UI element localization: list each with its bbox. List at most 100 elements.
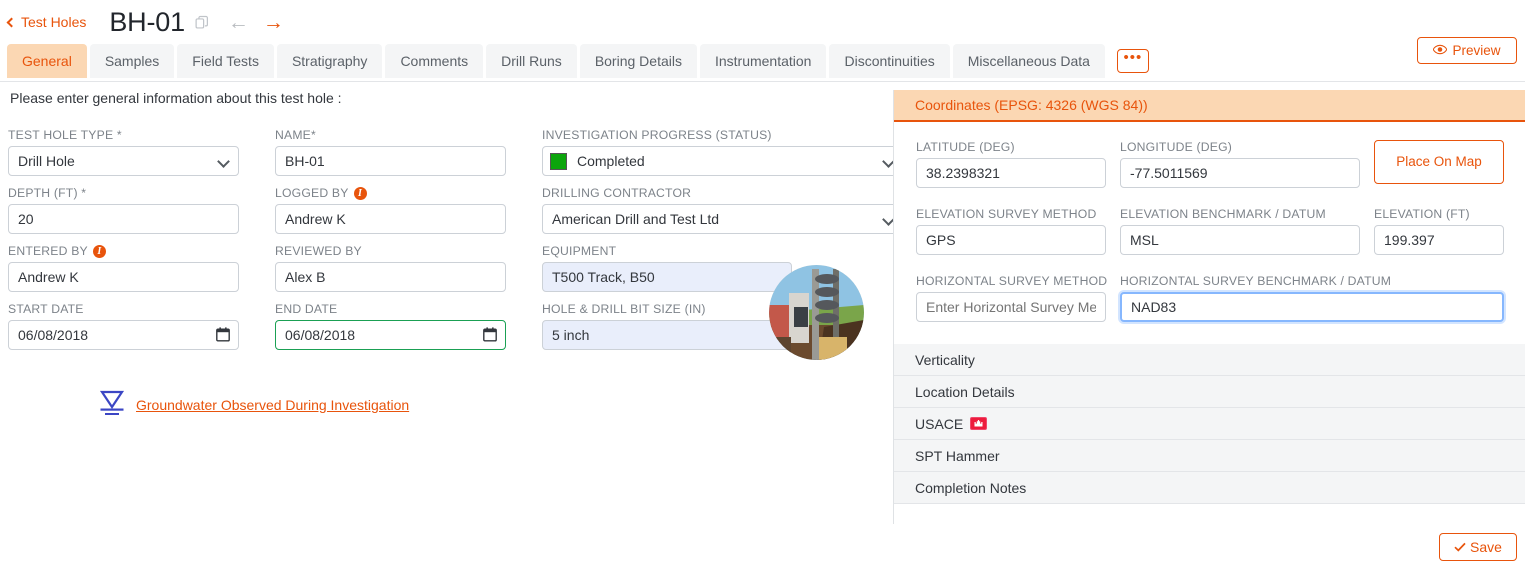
tab-miscellaneous-data[interactable]: Miscellaneous Data <box>952 44 1105 78</box>
tab-boring-details[interactable]: Boring Details <box>579 44 697 78</box>
usace-icon <box>970 417 988 430</box>
page-title: BH-01 <box>109 6 185 37</box>
check-icon <box>1454 539 1466 555</box>
field-elevation: ELEVATION (FT) <box>1374 207 1504 255</box>
water-table-icon <box>98 387 126 422</box>
tab-general[interactable]: General <box>7 44 87 78</box>
section-completion-notes[interactable]: Completion Notes <box>894 472 1525 504</box>
coordinates-section-title: Coordinates (EPSG: 4326 (WGS 84)) <box>915 97 1148 113</box>
place-on-map-wrapper: Place On Map <box>1374 140 1504 188</box>
horizontal-benchmark-label: HORIZONTAL SURVEY BENCHMARK / DATUM <box>1120 274 1392 288</box>
section-spt-hammer-label: SPT Hammer <box>915 447 1000 464</box>
right-side-panel: Coordinates (EPSG: 4326 (WGS 84)) LATITU… <box>893 90 1525 524</box>
tab-stratigraphy[interactable]: Stratigraphy <box>276 44 383 78</box>
logged-by-input[interactable] <box>275 204 506 234</box>
copy-icon[interactable] <box>195 15 210 30</box>
tab-strip: General Samples Field Tests Stratigraphy… <box>0 44 1525 82</box>
tab-instrumentation[interactable]: Instrumentation <box>699 44 827 78</box>
arrow-left-icon[interactable]: ← <box>228 12 249 33</box>
test-hole-type-select[interactable] <box>8 146 239 176</box>
general-form: TEST HOLE TYPE * NAME* INVESTIGATION PRO… <box>8 128 904 360</box>
reviewed-by-label: REVIEWED BY <box>275 244 362 258</box>
arrow-right-icon[interactable]: → <box>263 12 284 33</box>
elevation-benchmark-label: ELEVATION BENCHMARK / DATUM <box>1120 207 1326 221</box>
hole-bit-size-input[interactable] <box>542 320 792 350</box>
section-usace[interactable]: USACE <box>894 408 1525 440</box>
depth-input[interactable] <box>8 204 239 234</box>
field-elevation-benchmark: ELEVATION BENCHMARK / DATUM <box>1120 207 1360 255</box>
elevation-benchmark-input[interactable] <box>1120 225 1360 255</box>
field-reviewed-by: REVIEWED BY <box>275 244 506 292</box>
tab-drill-runs[interactable]: Drill Runs <box>486 44 577 78</box>
preview-button[interactable]: Preview <box>1417 37 1517 64</box>
field-horizontal-survey-method: HORIZONTAL SURVEY METHOD <box>916 274 1108 322</box>
section-verticality[interactable]: Verticality <box>894 344 1525 376</box>
section-usace-label: USACE <box>915 415 964 432</box>
coordinates-section-header[interactable]: Coordinates (EPSG: 4326 (WGS 84)) <box>894 90 1525 122</box>
horizontal-survey-method-label: HORIZONTAL SURVEY METHOD <box>916 274 1108 288</box>
eye-icon <box>1433 43 1448 58</box>
field-horizontal-benchmark: HORIZONTAL SURVEY BENCHMARK / DATUM <box>1120 274 1504 322</box>
groundwater-observed-link[interactable]: Groundwater Observed During Investigatio… <box>98 387 409 422</box>
investigation-progress-value: Completed <box>577 153 645 169</box>
field-name: NAME* <box>275 128 506 176</box>
tab-field-tests[interactable]: Field Tests <box>177 44 274 78</box>
name-label: NAME* <box>275 128 316 142</box>
record-navigation: ← → <box>228 12 284 33</box>
reviewed-by-input[interactable] <box>275 262 506 292</box>
save-button[interactable]: Save <box>1439 533 1517 561</box>
section-location-details[interactable]: Location Details <box>894 376 1525 408</box>
section-spt-hammer[interactable]: SPT Hammer <box>894 440 1525 472</box>
drilling-contractor-select[interactable] <box>542 204 904 234</box>
start-date-label: START DATE <box>8 302 84 316</box>
entered-by-input[interactable] <box>8 262 239 292</box>
place-on-map-button[interactable]: Place On Map <box>1374 140 1504 184</box>
elevation-label: ELEVATION (FT) <box>1374 207 1470 221</box>
back-link-label: Test Holes <box>21 14 87 30</box>
field-start-date: START DATE <box>8 302 239 350</box>
groundwater-link-label: Groundwater Observed During Investigatio… <box>136 396 410 413</box>
hole-bit-size-label: HOLE & DRILL BIT SIZE (IN) <box>542 302 706 316</box>
drilling-contractor-label: DRILLING CONTRACTOR <box>542 186 692 200</box>
save-button-label: Save <box>1470 539 1502 555</box>
horizontal-survey-method-input[interactable] <box>916 292 1106 322</box>
start-date-input[interactable] <box>8 320 239 350</box>
end-date-input[interactable] <box>275 320 506 350</box>
latitude-input[interactable] <box>916 158 1106 188</box>
status-color-swatch <box>550 152 567 170</box>
section-completion-notes-label: Completion Notes <box>915 479 1027 496</box>
field-logged-by: LOGGED BY i <box>275 186 506 234</box>
elevation-survey-method-input[interactable] <box>916 225 1106 255</box>
info-icon[interactable]: i <box>92 244 106 258</box>
test-hole-type-label: TEST HOLE TYPE * <box>8 128 122 142</box>
back-to-test-holes-link[interactable]: Test Holes <box>6 14 87 30</box>
info-icon[interactable]: i <box>353 186 367 200</box>
field-depth: DEPTH (FT) * <box>8 186 239 234</box>
field-latitude: LATITUDE (DEG) <box>916 140 1106 188</box>
test-hole-editor: Test Holes BH-01 ← → General Samples Fie… <box>0 0 1525 568</box>
field-entered-by: ENTERED BY i <box>8 244 239 292</box>
tab-samples[interactable]: Samples <box>89 44 175 78</box>
investigation-progress-select[interactable]: Completed <box>542 146 904 176</box>
field-longitude: LONGITUDE (DEG) <box>1120 140 1360 188</box>
longitude-label: LONGITUDE (DEG) <box>1120 140 1233 154</box>
field-hole-bit-size: HOLE & DRILL BIT SIZE (IN) <box>542 302 792 350</box>
equipment-label: EQUIPMENT <box>542 244 617 258</box>
tab-comments[interactable]: Comments <box>385 44 484 78</box>
more-tabs-button[interactable]: ••• <box>1116 49 1149 73</box>
section-verticality-label: Verticality <box>915 351 975 368</box>
name-input[interactable] <box>275 146 506 176</box>
section-location-details-label: Location Details <box>915 383 1015 400</box>
tab-discontinuities[interactable]: Discontinuities <box>829 44 950 78</box>
elevation-input[interactable] <box>1374 225 1504 255</box>
equipment-input[interactable] <box>542 262 792 292</box>
top-bar: Test Holes BH-01 ← → <box>0 0 1525 44</box>
depth-label: DEPTH (FT) * <box>8 186 87 200</box>
horizontal-benchmark-input[interactable] <box>1120 292 1504 322</box>
field-test-hole-type: TEST HOLE TYPE * <box>8 128 239 176</box>
equipment-thumbnail[interactable] <box>769 265 864 360</box>
longitude-input[interactable] <box>1120 158 1360 188</box>
field-investigation-progress: INVESTIGATION PROGRESS (STATUS) Complete… <box>542 128 904 176</box>
field-equipment: EQUIPMENT <box>542 244 792 292</box>
field-elevation-survey-method: ELEVATION SURVEY METHOD <box>916 207 1106 255</box>
